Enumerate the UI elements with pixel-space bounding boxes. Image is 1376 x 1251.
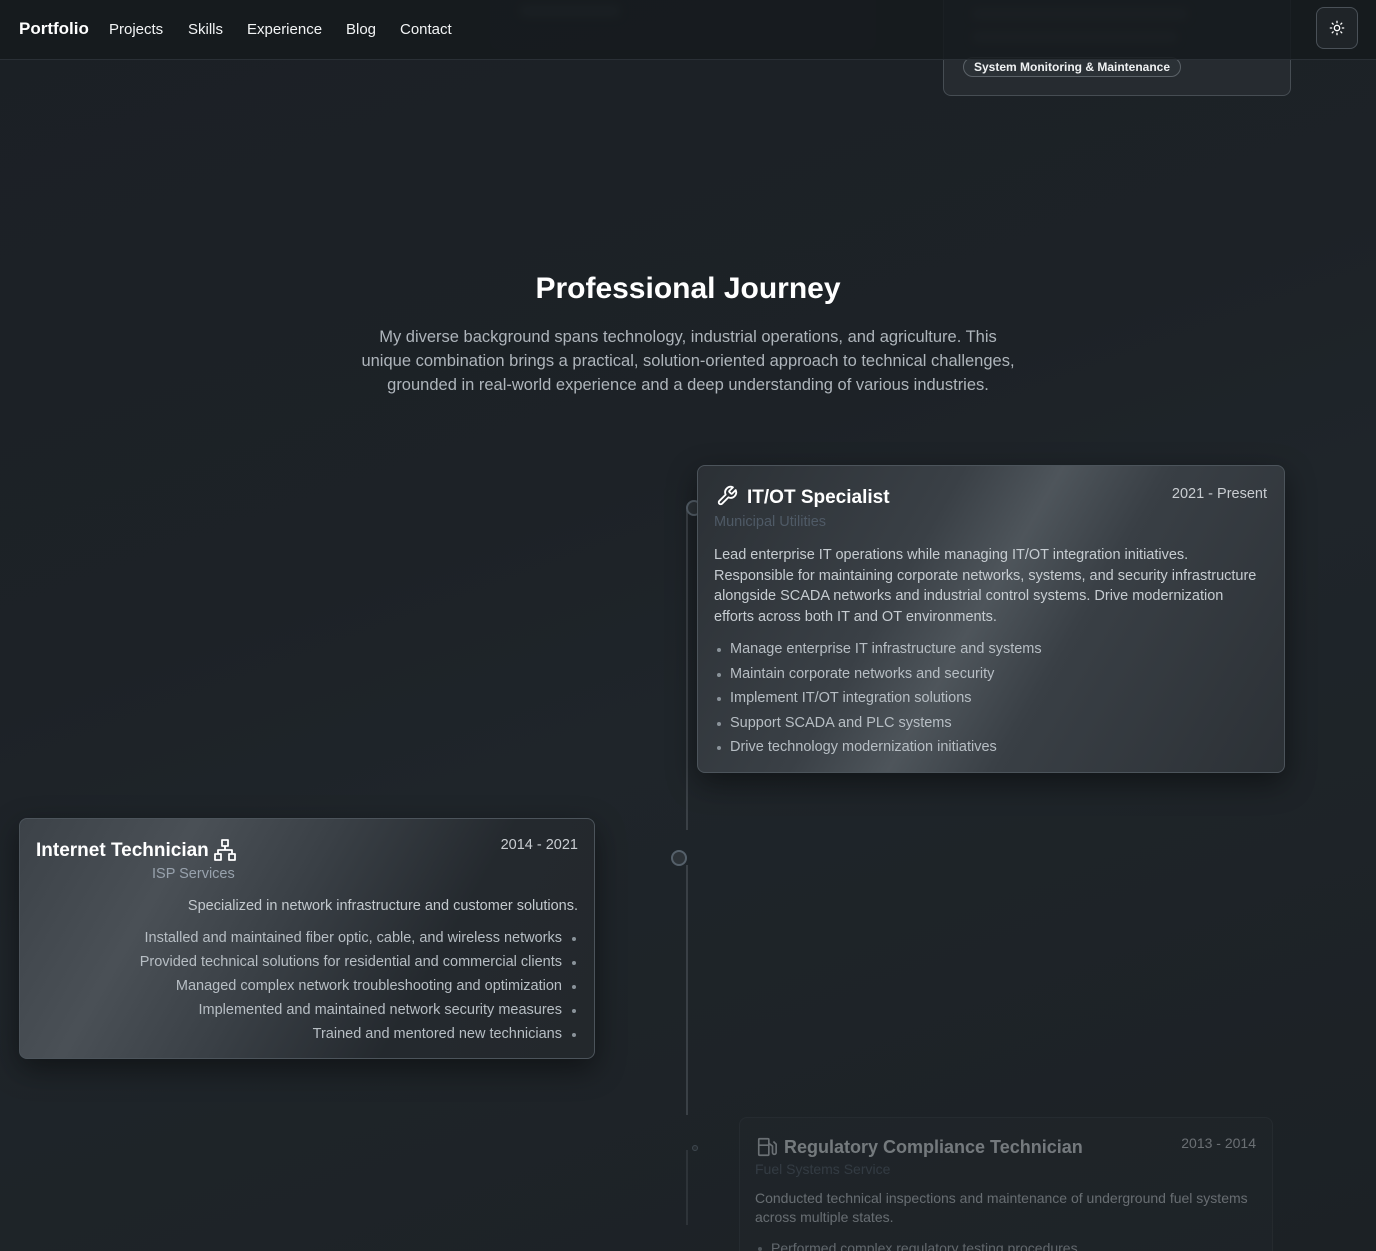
nav-link-skills[interactable]: Skills <box>188 21 223 38</box>
job-responsibilities: Manage enterprise IT infrastructure and … <box>714 637 1254 760</box>
nav-link-projects[interactable]: Projects <box>109 21 163 38</box>
job-title: IT/OT Specialist <box>747 487 890 508</box>
list-item: Implemented and maintained network secur… <box>38 998 578 1022</box>
list-item: Installed and maintained fiber optic, ca… <box>38 926 578 950</box>
timeline-line <box>686 1150 688 1225</box>
timeline-line <box>686 510 688 830</box>
section-description: My diverse background spans technology, … <box>361 328 1015 394</box>
wrench-icon <box>717 485 738 506</box>
job-description: Conducted technical inspections and main… <box>755 1190 1248 1225</box>
job-title: Regulatory Compliance Technician <box>784 1137 1083 1157</box>
experience-card-regulatory: Regulatory Compliance Technician 2013 - … <box>739 1117 1273 1251</box>
job-dates: 2014 - 2021 <box>500 837 578 853</box>
nav-link-contact[interactable]: Contact <box>400 21 452 38</box>
list-item: Drive technology modernization initiativ… <box>714 735 1254 760</box>
job-description: Specialized in network infrastructure an… <box>187 898 578 914</box>
sun-icon <box>1329 20 1345 36</box>
job-responsibilities: Performed complex regulatory testing pro… <box>755 1236 1255 1251</box>
section-title: Professional Journey <box>535 272 841 305</box>
list-item: Provided technical solutions for residen… <box>38 950 578 974</box>
list-item: Manage enterprise IT infrastructure and … <box>714 637 1254 662</box>
network-icon <box>214 839 236 861</box>
nav-link-blog[interactable]: Blog <box>346 21 376 38</box>
list-item: Trained and mentored new technicians <box>38 1022 578 1046</box>
nav-link-experience[interactable]: Experience <box>247 21 322 38</box>
list-item: Maintain corporate networks and security <box>714 662 1254 687</box>
job-description: Lead enterprise IT operations while mana… <box>714 547 1257 625</box>
theme-toggle-button[interactable] <box>1316 7 1358 49</box>
list-item: Support SCADA and PLC systems <box>714 711 1254 736</box>
list-item: Performed complex regulatory testing pro… <box>755 1236 1255 1251</box>
job-organization: Municipal Utilities <box>714 514 827 530</box>
list-item: Implement IT/OT integration solutions <box>714 686 1254 711</box>
project-tag: System Monitoring & Maintenance <box>963 57 1182 77</box>
brand-logo[interactable]: Portfolio <box>19 19 89 39</box>
timeline-line <box>686 865 688 1115</box>
job-title: Internet Technician <box>36 840 209 861</box>
timeline-dot <box>671 850 687 866</box>
job-organization: ISP Services <box>152 866 235 882</box>
job-dates: 2021 - Present <box>1171 486 1267 502</box>
job-dates: 2013 - 2014 <box>1181 1135 1256 1151</box>
list-item: Managed complex network troubleshooting … <box>38 974 578 998</box>
timeline-dot <box>692 1145 698 1151</box>
job-organization: Fuel Systems Service <box>755 1161 891 1177</box>
experience-card-itot: IT/OT Specialist 2021 - Present Municipa… <box>697 465 1285 773</box>
experience-card-internet-technician: Internet Technician 2014 - 2021 ISP Serv… <box>19 818 595 1059</box>
job-responsibilities: Installed and maintained fiber optic, ca… <box>38 926 578 1046</box>
fuel-pump-icon <box>757 1137 777 1157</box>
top-navigation: Portfolio Projects Skills Experience Blo… <box>0 0 1376 60</box>
